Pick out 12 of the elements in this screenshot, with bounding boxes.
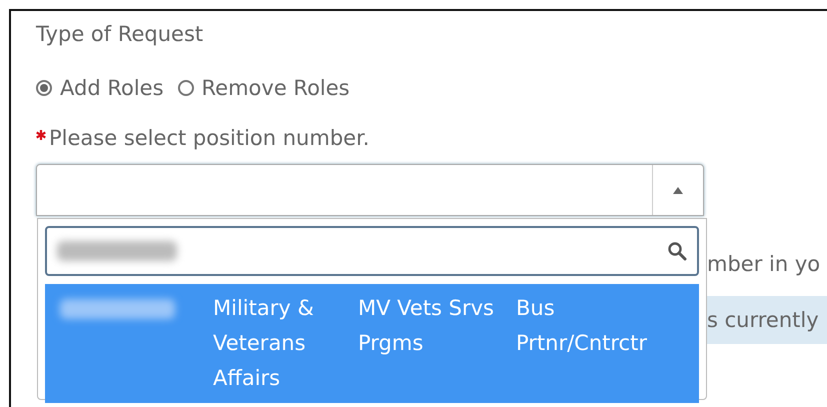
field-label: Type of Request: [36, 22, 204, 48]
instruction-text: mber in yo: [707, 252, 822, 276]
field-label: Please select position number.: [49, 126, 370, 150]
option-text: Bus Prtnr/Cntrctr: [516, 295, 648, 357]
dropdown-option[interactable]: Military & Veterans Affairs MV Vets Srvs Prgms Bus Prtnr/Cntrctr: [45, 284, 699, 403]
notice-banner: s currently: [707, 296, 827, 344]
search-icon: [667, 241, 687, 261]
option-text: Military & Veterans Affairs: [213, 295, 315, 392]
search-field[interactable]: [45, 226, 699, 276]
option-text: MV Vets Srvs Prgms: [358, 295, 495, 357]
radio-option[interactable]: Add Roles: [36, 76, 164, 100]
radio-option[interactable]: Remove Roles: [178, 76, 350, 100]
